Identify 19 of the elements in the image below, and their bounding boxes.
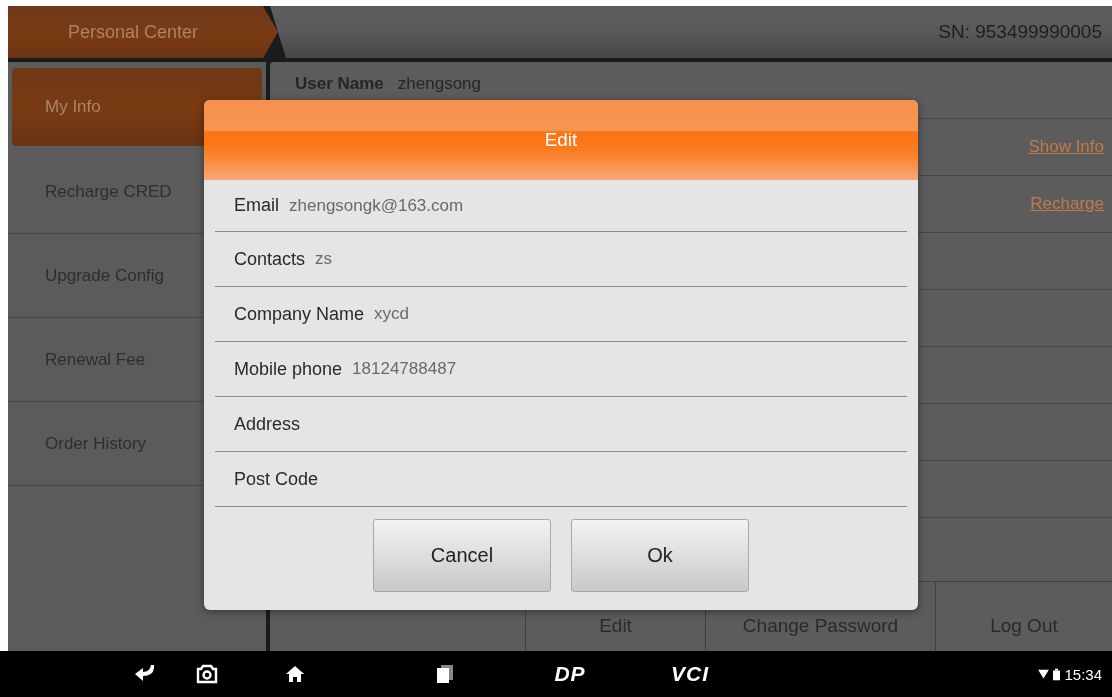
brand-logo[interactable]: DP [554, 662, 586, 686]
input-field[interactable]: Post Code [215, 452, 907, 507]
home-icon[interactable] [285, 665, 305, 683]
input-field[interactable]: Email zhengsongk@163.com [215, 180, 907, 232]
battery-icon [1053, 668, 1061, 680]
serial-number: SN: 953499990005 [938, 21, 1102, 43]
input-field[interactable]: Contacts zs [215, 232, 907, 287]
camera-icon[interactable] [196, 664, 218, 684]
input-field[interactable]: Company Name xycd [215, 287, 907, 342]
cancel-button[interactable]: Cancel [373, 519, 551, 592]
input-field[interactable]: Address [215, 397, 907, 452]
input-field[interactable]: Mobile phone 18124788487 [215, 342, 907, 397]
clock-time: 15:34 [1064, 665, 1102, 683]
brand-logo[interactable]: VCI [671, 662, 709, 686]
wifi-icon [1038, 669, 1050, 679]
recent-apps-icon[interactable] [437, 665, 453, 683]
dialog-title: Edit [204, 100, 918, 180]
back-icon[interactable] [133, 664, 157, 684]
ok-button[interactable]: Ok [571, 519, 749, 592]
